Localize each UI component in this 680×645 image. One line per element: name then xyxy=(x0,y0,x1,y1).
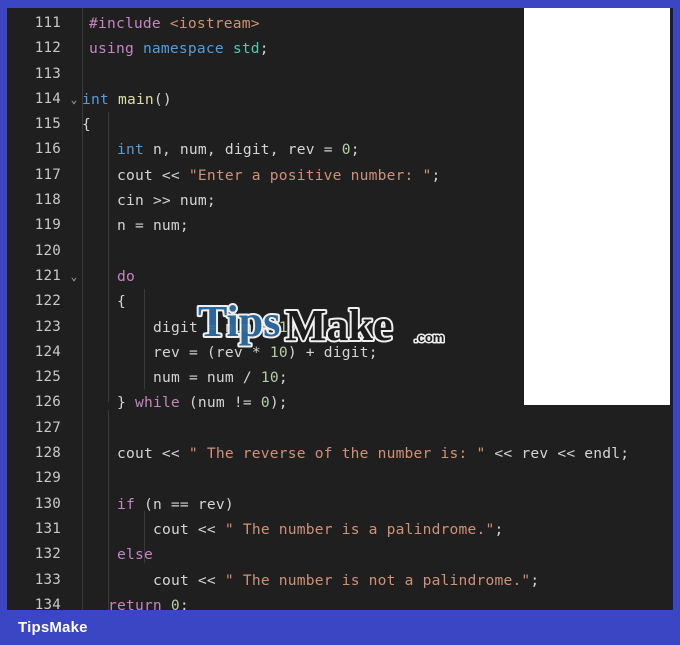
brand-label: TipsMake xyxy=(18,619,88,636)
code-text: { xyxy=(117,293,126,311)
line-number: 120 xyxy=(34,242,61,259)
code-line[interactable]: 134 return 0; xyxy=(7,593,673,610)
code-text: cout << " The number is a palindrome."; xyxy=(153,520,504,538)
line-number: 116 xyxy=(34,141,61,158)
code-text: cout << " The reverse of the number is: … xyxy=(117,445,630,463)
line-number: 114 xyxy=(34,90,61,107)
code-line[interactable]: 129 xyxy=(7,466,673,491)
code-text: cout << "Enter a positive number: "; xyxy=(117,166,441,184)
fold-marker[interactable]: ⌄ xyxy=(67,87,81,112)
code-text: { xyxy=(82,116,91,134)
code-text: rev = (rev * 10) + digit; xyxy=(153,343,378,361)
code-text: int main() xyxy=(82,90,172,108)
code-line[interactable]: 133 cout << " The number is not a palind… xyxy=(7,568,673,593)
code-text: #include <iostream> xyxy=(89,15,260,32)
code-text: int n, num, digit, rev = 0; xyxy=(117,141,360,159)
code-text: } while (num != 0); xyxy=(117,394,288,412)
code-line[interactable]: 131 cout << " The number is a palindrome… xyxy=(7,517,673,542)
code-text: if (n == rev) xyxy=(117,495,234,513)
footer-bar: TipsMake xyxy=(0,610,680,645)
line-number: 133 xyxy=(34,571,61,588)
line-number: 126 xyxy=(34,394,61,411)
line-number: 111 xyxy=(34,15,61,31)
line-number: 112 xyxy=(34,40,61,57)
code-text: cin >> num; xyxy=(117,192,216,210)
line-number: 128 xyxy=(34,445,61,462)
line-number: 125 xyxy=(34,369,61,386)
code-text: n = num; xyxy=(117,217,189,235)
line-number: 117 xyxy=(34,166,61,183)
code-text: else xyxy=(117,546,153,564)
line-number: 129 xyxy=(34,470,61,487)
code-line[interactable]: 127 xyxy=(7,416,673,441)
code-text: do xyxy=(117,267,135,285)
line-number: 132 xyxy=(34,546,61,563)
screenshot-frame: 111 #include <iostream> 112 using namesp… xyxy=(0,0,680,645)
line-number: 123 xyxy=(34,318,61,335)
code-text: num = num / 10; xyxy=(153,369,288,387)
line-number: 134 xyxy=(34,596,61,610)
code-line[interactable]: 128 cout << " The reverse of the number … xyxy=(7,441,673,466)
line-number: 122 xyxy=(34,293,61,310)
white-overlay-panel xyxy=(524,8,670,405)
line-number: 127 xyxy=(34,419,61,436)
fold-marker[interactable]: ⌄ xyxy=(67,264,81,289)
code-text: return 0; xyxy=(108,596,189,610)
code-line[interactable]: 132 else xyxy=(7,542,673,567)
line-number: 131 xyxy=(34,520,61,537)
code-line[interactable]: 130 if (n == rev) xyxy=(7,492,673,517)
line-number: 130 xyxy=(34,495,61,512)
code-text: using namespace std; xyxy=(89,40,269,58)
line-number: 119 xyxy=(34,217,61,234)
line-number: 121 xyxy=(34,267,61,284)
line-number: 124 xyxy=(34,343,61,360)
line-number: 115 xyxy=(34,116,61,133)
code-text: digit = num % 10; xyxy=(153,318,306,336)
line-number: 118 xyxy=(34,192,61,209)
code-text: cout << " The number is not a palindrome… xyxy=(153,571,540,589)
line-number: 113 xyxy=(34,65,61,82)
